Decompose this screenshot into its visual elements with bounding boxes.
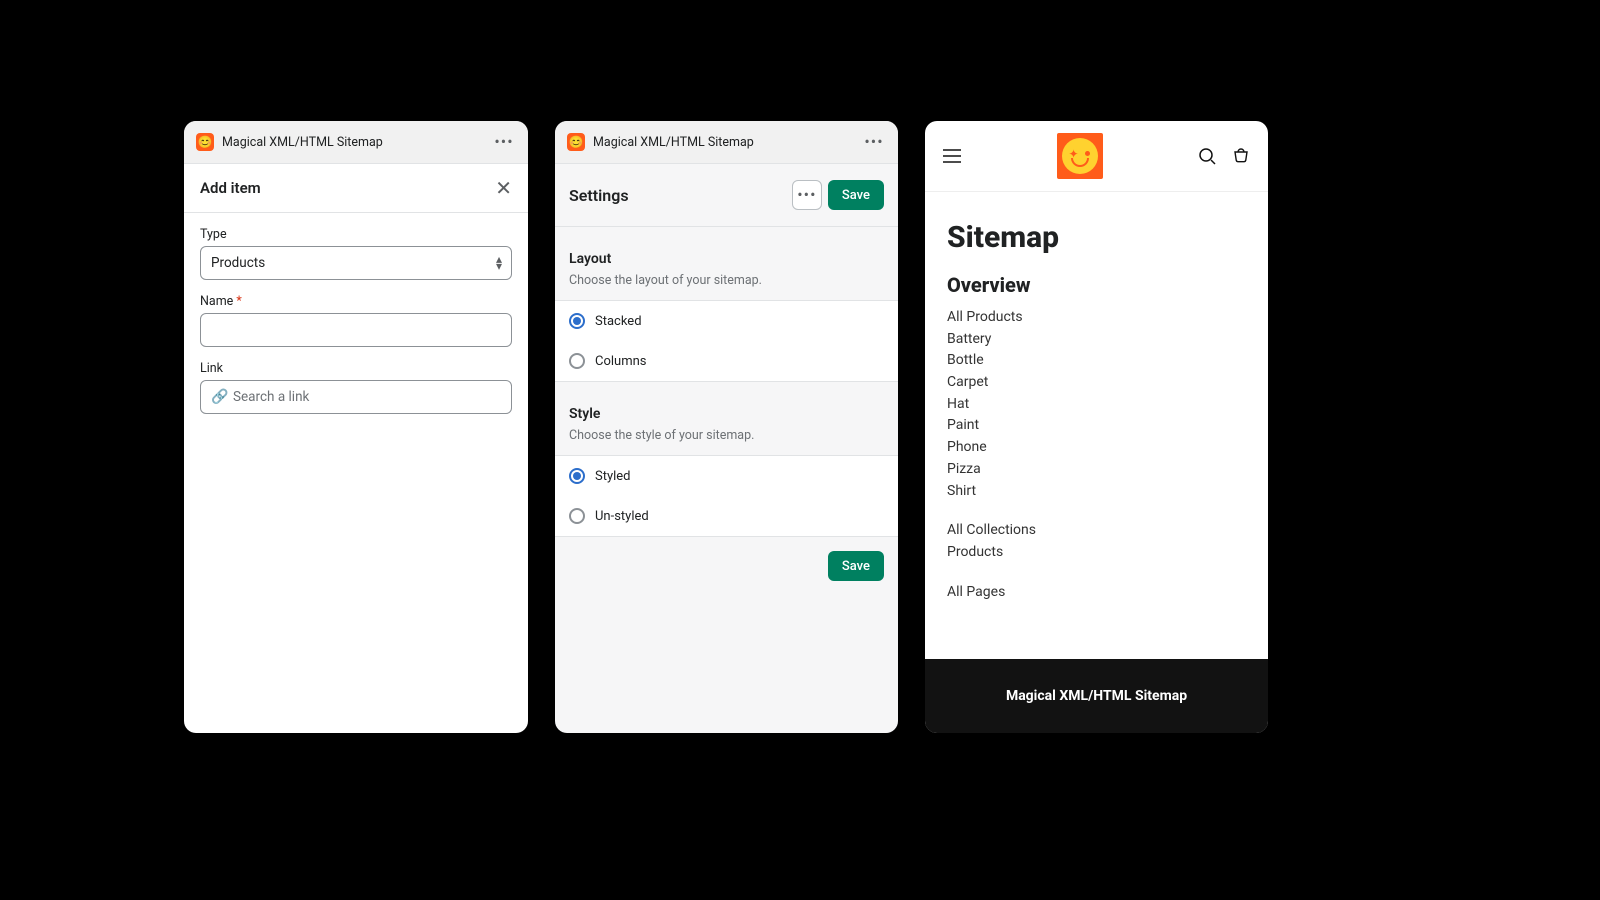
- panel-title: Add item: [200, 179, 261, 197]
- sitemap-link[interactable]: Shirt: [947, 481, 1246, 503]
- more-menu-button[interactable]: •••: [862, 130, 886, 154]
- store-footer: Magical XML/HTML Sitemap: [925, 659, 1268, 733]
- settings-header: Settings ••• Save: [555, 164, 898, 227]
- link-icon: 🔗: [211, 389, 228, 405]
- sitemap-link[interactable]: Pizza: [947, 459, 1246, 481]
- style-option-styled[interactable]: Styled: [555, 456, 898, 496]
- sitemap-link[interactable]: Phone: [947, 437, 1246, 459]
- sitemap-link[interactable]: Products: [947, 542, 1246, 564]
- app-title: Magical XML/HTML Sitemap: [222, 135, 383, 150]
- link-search-input[interactable]: 🔗 Search a link: [200, 380, 512, 414]
- layout-radio-group: Stacked Columns: [555, 301, 898, 382]
- save-button[interactable]: Save: [828, 180, 884, 210]
- style-section-header: Style Choose the style of your sitemap.: [555, 382, 898, 456]
- radio-icon: [569, 468, 585, 484]
- radio-icon: [569, 313, 585, 329]
- settings-panel: 😊 Magical XML/HTML Sitemap ••• Settings …: [555, 121, 898, 733]
- cart-icon: [1232, 147, 1250, 165]
- style-desc: Choose the style of your sitemap.: [569, 428, 884, 443]
- style-radio-group: Styled Un-styled: [555, 456, 898, 537]
- layout-option-stacked[interactable]: Stacked: [555, 301, 898, 341]
- name-label: Name *: [200, 294, 512, 309]
- products-heading[interactable]: All Products: [947, 307, 1246, 329]
- more-icon: •••: [494, 134, 513, 150]
- sitemap-link[interactable]: Hat: [947, 394, 1246, 416]
- sitemap-title: Sitemap: [947, 220, 1246, 255]
- layout-section-header: Layout Choose the layout of your sitemap…: [555, 227, 898, 301]
- pages-list: All Pages: [947, 582, 1246, 604]
- app-logo-icon: 😊: [196, 133, 214, 151]
- sitemap-content: Sitemap Overview All Products Battery Bo…: [925, 192, 1268, 641]
- sitemap-link[interactable]: Paint: [947, 415, 1246, 437]
- sitemap-link[interactable]: Battery: [947, 329, 1246, 351]
- store-header: ✦: [925, 121, 1268, 192]
- search-button[interactable]: [1196, 145, 1218, 167]
- panel-subheader: Add item ✕: [184, 164, 528, 213]
- collections-heading[interactable]: All Collections: [947, 520, 1246, 542]
- type-label: Type: [200, 227, 512, 242]
- menu-button[interactable]: [941, 145, 963, 167]
- style-title: Style: [569, 406, 884, 422]
- layout-title: Layout: [569, 251, 884, 267]
- more-menu-button[interactable]: •••: [492, 130, 516, 154]
- sitemap-link[interactable]: Carpet: [947, 372, 1246, 394]
- radio-icon: [569, 508, 585, 524]
- radio-label: Stacked: [595, 314, 642, 329]
- products-list: All Products Battery Bottle Carpet Hat P…: [947, 307, 1246, 502]
- app-title-bar: 😊 Magical XML/HTML Sitemap •••: [184, 121, 528, 164]
- add-item-form: Type Products ▴▾ Name * Link 🔗 Search a …: [184, 213, 528, 428]
- type-select-value: Products: [211, 255, 265, 271]
- app-title: Magical XML/HTML Sitemap: [593, 135, 754, 150]
- more-icon: •••: [864, 134, 883, 150]
- name-input[interactable]: [200, 313, 512, 347]
- settings-title: Settings: [569, 186, 629, 205]
- store-logo[interactable]: ✦: [1057, 133, 1103, 179]
- radio-icon: [569, 353, 585, 369]
- radio-label: Columns: [595, 354, 647, 369]
- style-option-unstyled[interactable]: Un-styled: [555, 496, 898, 536]
- sitemap-link[interactable]: Bottle: [947, 350, 1246, 372]
- radio-label: Un-styled: [595, 509, 649, 524]
- hamburger-icon: [943, 149, 961, 163]
- cart-button[interactable]: [1230, 145, 1252, 167]
- header-more-button[interactable]: •••: [792, 180, 822, 210]
- save-button[interactable]: Save: [828, 551, 884, 581]
- footer-text: Magical XML/HTML Sitemap: [1006, 688, 1187, 704]
- layout-option-columns[interactable]: Columns: [555, 341, 898, 381]
- link-placeholder: Search a link: [233, 389, 309, 405]
- layout-desc: Choose the layout of your sitemap.: [569, 273, 884, 288]
- app-title-bar: 😊 Magical XML/HTML Sitemap •••: [555, 121, 898, 164]
- smiley-icon: ✦: [1062, 138, 1098, 174]
- storefront-preview: ✦ Sitemap Overview All Pr: [925, 121, 1268, 733]
- overview-heading: Overview: [947, 273, 1246, 297]
- search-icon: [1198, 147, 1216, 165]
- link-label: Link: [200, 361, 512, 376]
- add-item-panel: 😊 Magical XML/HTML Sitemap ••• Add item …: [184, 121, 528, 733]
- type-select[interactable]: Products: [200, 246, 512, 280]
- select-caret-icon: ▴▾: [496, 256, 502, 270]
- collections-list: All Collections Products: [947, 520, 1246, 563]
- app-logo-icon: 😊: [567, 133, 585, 151]
- more-icon: •••: [797, 187, 816, 203]
- pages-heading[interactable]: All Pages: [947, 582, 1246, 604]
- close-button[interactable]: ✕: [495, 178, 512, 198]
- radio-label: Styled: [595, 469, 631, 484]
- settings-footer: Save: [555, 537, 898, 595]
